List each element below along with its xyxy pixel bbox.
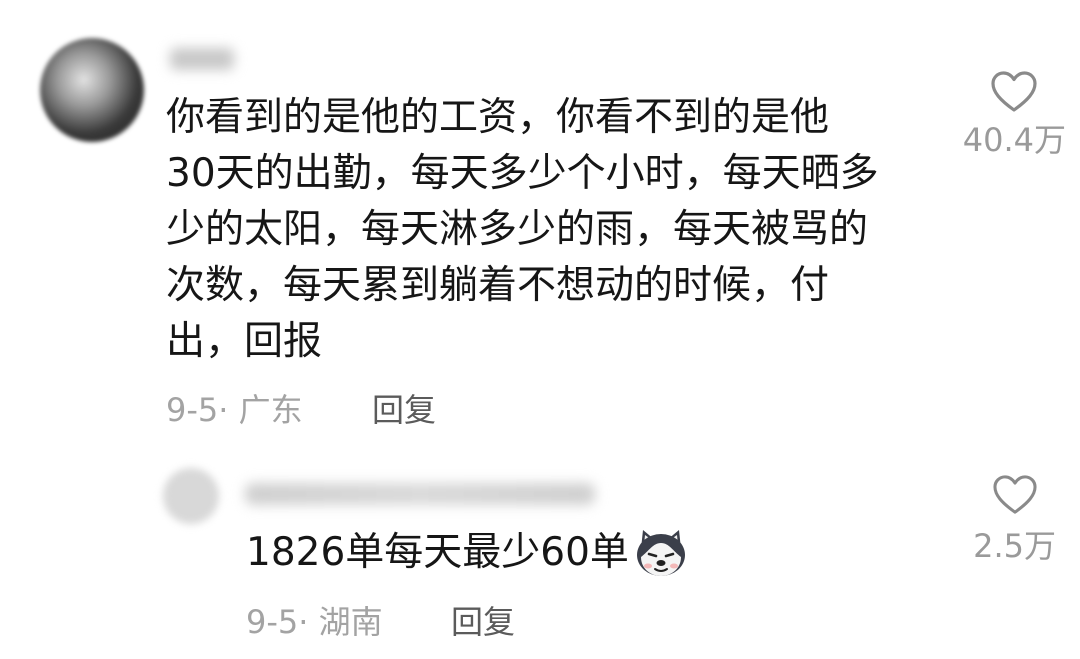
comment-text-line: 你看到的是他的工资，你看不到的是他 bbox=[166, 95, 830, 140]
like-count: 40.4万 bbox=[962, 121, 1066, 159]
husky-dog-emoji-icon bbox=[633, 527, 689, 579]
reply-button[interactable]: 回复 bbox=[451, 602, 515, 642]
reply-button[interactable]: 回复 bbox=[372, 390, 436, 430]
reply-comment-text: 1826单每天最少60单 bbox=[246, 530, 629, 575]
reply-comment-text-row: 1826单每天最少60单 bbox=[246, 524, 689, 582]
comment-text-line: 少的太阳，每天淋多少的雨，每天被骂的 bbox=[166, 207, 869, 252]
reply-user-avatar[interactable] bbox=[163, 468, 219, 524]
heart-outline-icon[interactable] bbox=[992, 474, 1038, 516]
username-blurred[interactable] bbox=[170, 48, 234, 70]
comment-text-line: 30天的出勤，每天多少个小时，每天晒多 bbox=[166, 151, 879, 196]
reply-date-location: 9-5· 湖南 bbox=[246, 603, 383, 641]
comment-thread: 你看到的是他的工资，你看不到的是他 30天的出勤，每天多少个小时，每天晒多 少的… bbox=[0, 0, 1080, 659]
like-count: 2.5万 bbox=[973, 527, 1056, 565]
comment-date-location: 9-5· 广东 bbox=[166, 391, 303, 429]
comment-text-line: 次数，每天累到躺着不想动的时候，付 bbox=[166, 263, 830, 308]
reply-username-blurred[interactable] bbox=[245, 483, 595, 505]
user-avatar[interactable] bbox=[40, 38, 144, 142]
comment-text-line: 出，回报 bbox=[166, 319, 323, 364]
comment-text: 你看到的是他的工资，你看不到的是他 30天的出勤，每天多少个小时，每天晒多 少的… bbox=[166, 90, 941, 370]
heart-outline-icon[interactable] bbox=[990, 70, 1038, 114]
